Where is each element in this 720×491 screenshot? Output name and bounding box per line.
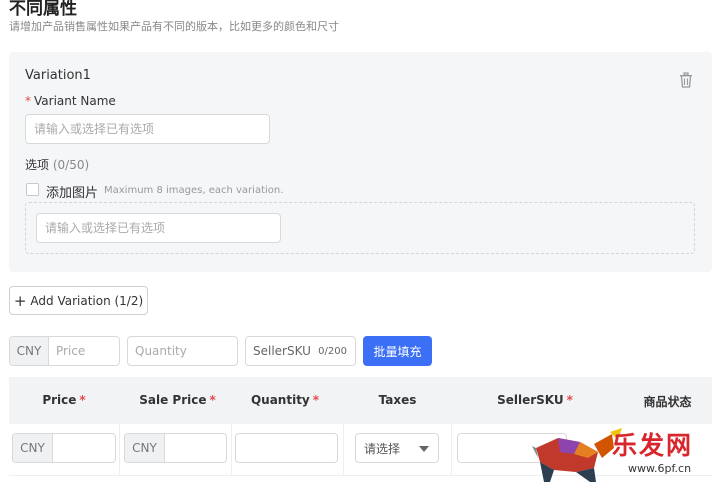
required-mark: *: [79, 393, 86, 407]
taxes-select-value: 请选择: [364, 441, 401, 456]
column-price-label: Price: [42, 393, 77, 407]
trash-icon[interactable]: [679, 72, 693, 88]
batch-sku-field[interactable]: SellerSKU 0/200: [245, 336, 356, 366]
sku-placeholder: SellerSKU: [253, 344, 311, 358]
quantity-placeholder: Quantity: [135, 344, 187, 358]
section-subtitle: 请增加产品销售属性如果产品有不同的版本，比如更多的颜色和尺寸: [9, 20, 339, 33]
batch-price-field[interactable]: CNY Price: [9, 336, 120, 366]
required-mark: *: [566, 393, 573, 407]
chevron-down-icon: [419, 446, 429, 452]
row-price-input[interactable]: CNY: [12, 433, 116, 463]
currency-tag: CNY: [13, 434, 53, 462]
column-status-label: 商品状态: [643, 395, 692, 409]
watermark-logo: 乐发网 www.6pf.cn: [530, 428, 715, 490]
variant-name-text: Variant Name: [34, 94, 116, 108]
variation-title: Variation1: [25, 68, 91, 83]
plus-icon: +: [13, 291, 27, 310]
price-placeholder: Price: [56, 344, 86, 358]
column-quantity: Quantity *: [245, 393, 325, 407]
required-mark: *: [209, 393, 216, 407]
column-taxes-label: Taxes: [378, 393, 417, 407]
row-quantity-input[interactable]: [235, 433, 338, 463]
options-label-text: 选项: [25, 158, 50, 172]
taxes-select[interactable]: 请选择: [355, 433, 439, 463]
column-divider: [119, 424, 120, 476]
watermark-brand: 乐发网: [612, 431, 694, 460]
add-variation-button[interactable]: + Add Variation (1/2): [9, 286, 148, 315]
column-divider: [343, 424, 344, 476]
column-price: Price *: [30, 393, 98, 407]
currency-tag: CNY: [125, 434, 165, 462]
column-seller-sku: SellerSKU *: [490, 393, 580, 407]
variant-name-input[interactable]: [25, 114, 270, 144]
required-mark: *: [312, 393, 320, 407]
column-divider: [231, 424, 232, 476]
variation-card: Variation1 *Variant Name 选项 (0/50) 添加图片 …: [9, 52, 712, 272]
column-seller-sku-label: SellerSKU: [497, 393, 564, 407]
section-title: 不同属性: [9, 0, 77, 19]
column-sale-price: Sale Price *: [130, 393, 225, 407]
column-taxes: Taxes: [370, 393, 425, 407]
watermark-site: www.6pf.cn: [628, 462, 692, 475]
batch-fill-button[interactable]: 批量填充: [363, 336, 432, 366]
column-quantity-label: Quantity: [250, 393, 310, 407]
sku-count: 0/200: [318, 345, 347, 357]
option-input[interactable]: [36, 213, 281, 243]
required-mark: *: [25, 94, 31, 108]
currency-tag: CNY: [10, 337, 49, 365]
add-image-label: 添加图片: [46, 186, 99, 201]
column-status: 商品状态: [635, 393, 700, 410]
add-variation-label: Add Variation (1/2): [30, 293, 144, 308]
variant-name-label: * Variant Name: [25, 94, 116, 108]
options-label: 选项 (0/50): [25, 156, 89, 173]
table-header: [9, 377, 712, 424]
add-image-hint: Maximum 8 images, each variation.: [104, 185, 284, 196]
row-sale-price-input[interactable]: CNY: [124, 433, 227, 463]
options-count: (0/50): [52, 158, 90, 172]
batch-quantity-field[interactable]: Quantity: [127, 336, 238, 366]
add-image-checkbox[interactable]: [26, 183, 39, 196]
column-divider: [451, 424, 452, 476]
column-sale-price-label: Sale Price: [139, 393, 207, 407]
